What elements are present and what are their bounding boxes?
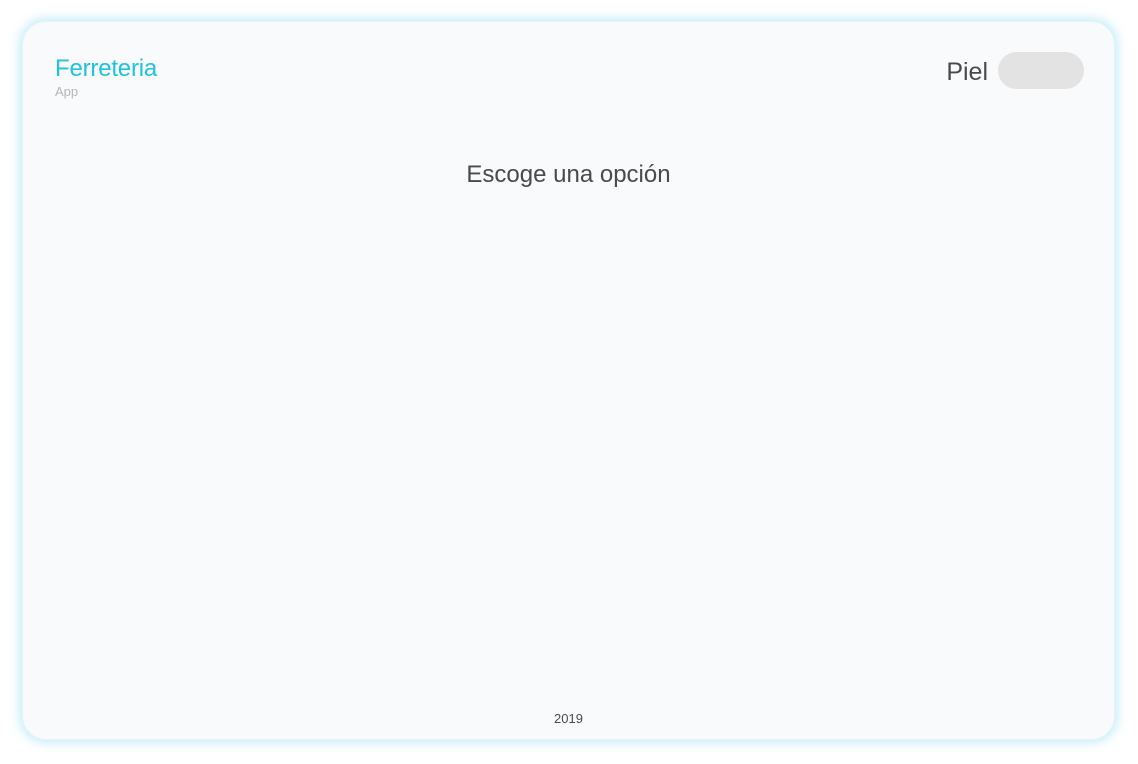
skin-label: Piel (946, 58, 988, 86)
app-subtitle: App (55, 84, 79, 99)
skin-toggle[interactable] (998, 52, 1084, 89)
brand: Ferreteria App (55, 55, 157, 100)
page-heading: Escoge una opción (466, 161, 671, 188)
app-window: Ferreteria App Piel Escoge una opción 20… (22, 21, 1115, 740)
app-title: Ferreteria (55, 55, 158, 82)
footer-year: 2019 (554, 711, 583, 726)
skin-switch: Piel (946, 52, 1084, 89)
